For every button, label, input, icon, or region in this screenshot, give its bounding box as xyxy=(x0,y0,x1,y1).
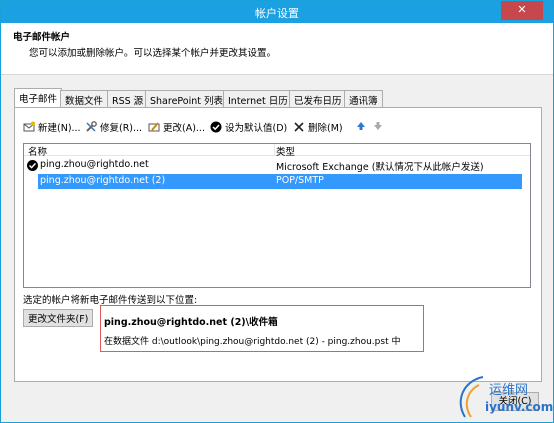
set-default-label: 设为默认值(D) xyxy=(225,123,288,134)
default-account-check-icon xyxy=(27,160,38,171)
watermark-line2: iyunv.com xyxy=(485,400,554,414)
site-watermark: 运维网 iyunv.com xyxy=(449,367,553,422)
set-default-button[interactable]: 设为默认值(D) xyxy=(210,120,287,134)
tab-rss-feeds[interactable]: RSS 源 xyxy=(107,90,149,107)
repair-button[interactable]: 修复(R)... xyxy=(85,120,142,134)
header-title: 电子邮件帐户 xyxy=(13,32,71,43)
watermark-line1: 运维网 xyxy=(489,383,529,398)
arrow-up-icon xyxy=(355,120,367,132)
check-circle-icon xyxy=(210,121,222,133)
header-subtitle: 您可以添加或删除帐户。可以选择某个帐户并更改其设置。 xyxy=(29,48,277,59)
account-type: POP/SMTP xyxy=(276,175,324,186)
account-row-selected[interactable]: ping.zhou@rightdo.net (2) POP/SMTP xyxy=(38,174,522,189)
delivery-folder: ping.zhou@rightdo.net (2)\收件箱 xyxy=(104,317,278,328)
title-bar: 帐户设置 ✕ xyxy=(1,1,553,23)
delivery-data-file-path: 在数据文件 d:\outlook\ping.zhou@rightdo.net (… xyxy=(104,337,401,347)
repair-tools-icon xyxy=(85,121,97,133)
change-label: 更改(A)... xyxy=(163,123,205,134)
account-list[interactable]: 名称 类型 ping.zhou@rightdo.net Microsoft Ex… xyxy=(23,143,531,288)
change-account-icon xyxy=(148,121,160,133)
move-down-button[interactable] xyxy=(372,120,384,132)
tab-data-files[interactable]: 数据文件 xyxy=(60,90,109,107)
remove-label: 删除(M) xyxy=(308,123,343,134)
remove-button[interactable]: 删除(M) xyxy=(293,120,343,134)
arrow-down-icon xyxy=(372,120,384,132)
account-name: ping.zhou@rightdo.net xyxy=(40,159,149,170)
column-divider[interactable] xyxy=(274,144,275,156)
window-close-button[interactable]: ✕ xyxy=(501,1,543,20)
tab-published-calendars[interactable]: 已发布日历 xyxy=(289,90,347,107)
tab-internet-calendars[interactable]: Internet 日历 xyxy=(223,90,293,107)
repair-label: 修复(R)... xyxy=(100,123,143,134)
delivery-location-label: 选定的帐户将新电子邮件传送到以下位置: xyxy=(23,295,198,306)
tab-address-books[interactable]: 通讯簿 xyxy=(344,90,383,107)
column-header-type[interactable]: 类型 xyxy=(276,144,295,158)
new-account-label: 新建(N)... xyxy=(38,123,81,134)
tab-sharepoint-lists[interactable]: SharePoint 列表 xyxy=(145,90,229,107)
list-header: 名称 类型 xyxy=(24,144,530,158)
account-type: Microsoft Exchange (默认情况下从此帐户发送) xyxy=(276,162,484,173)
new-account-button[interactable]: 新建(N)... xyxy=(23,120,81,134)
new-mail-icon xyxy=(23,121,35,133)
tab-email[interactable]: 电子邮件 xyxy=(14,88,63,108)
column-header-name[interactable]: 名称 xyxy=(28,144,47,158)
delivery-location-box: ping.zhou@rightdo.net (2)\收件箱 在数据文件 d:\o… xyxy=(100,305,424,352)
move-up-button[interactable] xyxy=(355,120,367,132)
account-row-default[interactable]: ping.zhou@rightdo.net Microsoft Exchange… xyxy=(24,158,530,173)
remove-x-icon xyxy=(293,121,305,133)
account-name: ping.zhou@rightdo.net (2) xyxy=(40,175,166,186)
change-button[interactable]: 更改(A)... xyxy=(148,120,205,134)
account-settings-window: 帐户设置 ✕ 电子邮件帐户 您可以添加或删除帐户。可以选择某个帐户并更改其设置。… xyxy=(0,0,554,423)
email-tab-panel: 新建(N)... 修复(R)... 更改(A)... 设为默认值(D) 删除(M… xyxy=(14,107,542,382)
window-title: 帐户设置 xyxy=(255,7,299,20)
change-folder-button[interactable]: 更改文件夹(F) xyxy=(23,309,94,327)
dialog-header: 电子邮件帐户 您可以添加或删除帐户。可以选择某个帐户并更改其设置。 xyxy=(1,23,553,75)
